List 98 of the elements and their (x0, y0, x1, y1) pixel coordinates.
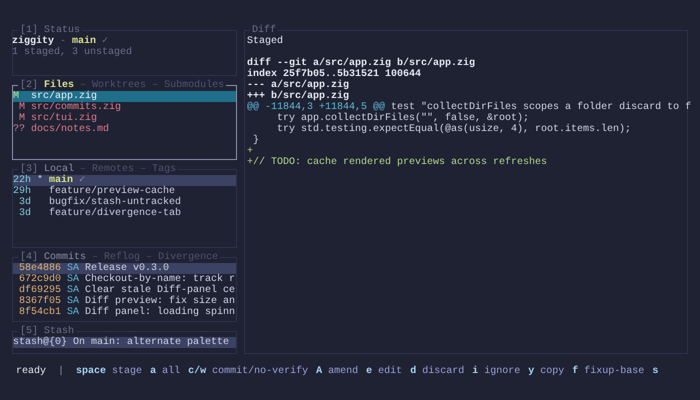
commit-message: Clear stale Diff-panel ce (85, 285, 236, 296)
commit-hash: 672c9d0 (18, 274, 62, 285)
file-path: src/tui.zig (30, 113, 98, 124)
panel-number: [3] (20, 164, 38, 175)
branch-age: 3d (18, 197, 31, 208)
diff-line: +++ b/src/app.zig (247, 91, 350, 102)
tab-separator: – (80, 80, 86, 91)
tab-separator: – (139, 164, 148, 175)
tab-separator: – (145, 252, 154, 263)
list-row[interactable]: M src/app.zig (13, 91, 236, 102)
file-path: src/app.zig (30, 91, 98, 102)
head-marker: * (36, 175, 44, 186)
branch-name: bugfix/stash-untracked (49, 197, 182, 208)
tab-separator: – (151, 80, 160, 91)
branch-name: feature/divergence-tab (49, 208, 182, 219)
status-separator: | (58, 366, 64, 377)
key-label: fixup-base (584, 366, 644, 377)
key-hint: e (366, 366, 372, 377)
diff-line: try app.collectDirFiles("", false, &root); (276, 113, 530, 124)
commit-author: SA (67, 307, 80, 318)
key-hint: f (572, 366, 578, 377)
commit-hash: 8f54cb1 (18, 307, 62, 318)
key-hint: y (528, 366, 534, 377)
file-path: src/commits.zig (30, 102, 122, 113)
panel-tab[interactable]: Local (44, 164, 74, 175)
list-row[interactable]: 8f54cb1 SA Diff panel: loading spinn (13, 307, 236, 318)
list-row[interactable]: 58e4886 SA Release v0.3.0 (13, 263, 236, 274)
panel-tab[interactable]: Commits (44, 252, 86, 263)
file-status: ?? (13, 124, 26, 135)
key-hint: s (652, 366, 658, 377)
list-row[interactable]: 672c9d0 SA Checkout-by-name: track r (13, 274, 236, 285)
diff-line: +// TODO: cache rendered previews across refreshes (247, 157, 548, 168)
commit-message: Diff preview: fix size an (85, 296, 236, 307)
commit-hash: df69295 (18, 285, 62, 296)
commit-message: Diff panel: loading spinn (85, 307, 236, 318)
commit-author: SA (67, 296, 80, 307)
branch-name: main (49, 175, 74, 186)
branch-age: 3d (18, 208, 31, 219)
key-hint: d (410, 366, 416, 377)
list-row[interactable]: 29h feature/preview-cache (13, 186, 236, 197)
branch-name: main (72, 36, 96, 47)
panel-title: [5] Stash (20, 326, 74, 337)
diff-line: + (247, 146, 254, 157)
diff-line: try std.testing.expectEqual(@as(usize, 4), root.items.len); (276, 124, 632, 135)
repo-name: ziggity (12, 36, 54, 47)
commit-message: Checkout-by-name: track r (85, 274, 236, 285)
list-row[interactable]: ?? docs/notes.md (13, 124, 236, 135)
hunk-header: @@ -11844,3 +11844,5 @@ (247, 102, 386, 113)
diff-line: diff --git a/src/app.zig b/src/app.zig (247, 58, 476, 69)
list-row[interactable]: 3d feature/divergence-tab (13, 208, 236, 219)
list-row[interactable]: 8367f05 SA Diff preview: fix size an (13, 296, 236, 307)
diff-line: } (252, 135, 260, 146)
key-hint: space (76, 366, 106, 377)
file-path: docs/notes.md (30, 124, 110, 135)
tab-separator: – (92, 252, 98, 263)
diff-line: test "collectDirFiles scopes a folder discard to f (391, 102, 692, 113)
key-label: ignore (484, 366, 520, 377)
branch-age: 29h (13, 186, 31, 197)
key-label: copy (540, 366, 564, 377)
panel-title: [1] Status (20, 25, 80, 36)
file-status: M (18, 102, 26, 113)
commit-hash: 58e4886 (18, 263, 62, 274)
list-row[interactable]: 3d bugfix/stash-untracked (13, 197, 236, 208)
diff-section: Staged (247, 36, 284, 47)
key-label: all (162, 366, 180, 377)
commit-message: Release v0.3.0 (85, 263, 170, 274)
key-hint: c/w (188, 366, 206, 377)
key-label: commit/no-verify (212, 366, 308, 377)
key-label: discard (422, 366, 464, 377)
check-text: ✓ (79, 175, 86, 186)
branch-age: 22h (13, 175, 31, 186)
branch-name: feature/preview-cache (49, 186, 176, 197)
status-summary: 1 staged, 3 unstaged (12, 47, 132, 58)
arrow-text: - (60, 36, 68, 47)
key-label: stage (112, 366, 142, 377)
diff-line: index 25f7b05..5b31521 100644 (247, 69, 422, 80)
list-row[interactable]: M src/tui.zig (13, 113, 236, 124)
key-hint: i (472, 366, 478, 377)
commit-author: SA (67, 263, 80, 274)
commit-author: SA (67, 285, 80, 296)
check-text: ✓ (102, 36, 108, 47)
key-hint: a (150, 366, 156, 377)
commit-hash: 8367f05 (18, 296, 62, 307)
list-row[interactable]: 22h * main ✓ (13, 175, 236, 186)
key-label: amend (328, 366, 358, 377)
key-hint: A (316, 366, 322, 377)
tab-separator: – (79, 164, 88, 175)
commit-author: SA (67, 274, 80, 285)
list-row[interactable]: M src/commits.zig (13, 102, 236, 113)
list-row[interactable]: df69295 SA Clear stale Diff-panel ce (13, 285, 236, 296)
diff-line: --- a/src/app.zig (247, 80, 350, 91)
file-status: M (13, 91, 20, 102)
panel-tab[interactable]: Files (44, 80, 74, 91)
panel-number: [4] (20, 252, 40, 263)
file-status: M (18, 113, 26, 124)
status-text: ready (16, 366, 46, 377)
panel-number: [2] (20, 80, 38, 91)
key-label: edit (378, 366, 402, 377)
